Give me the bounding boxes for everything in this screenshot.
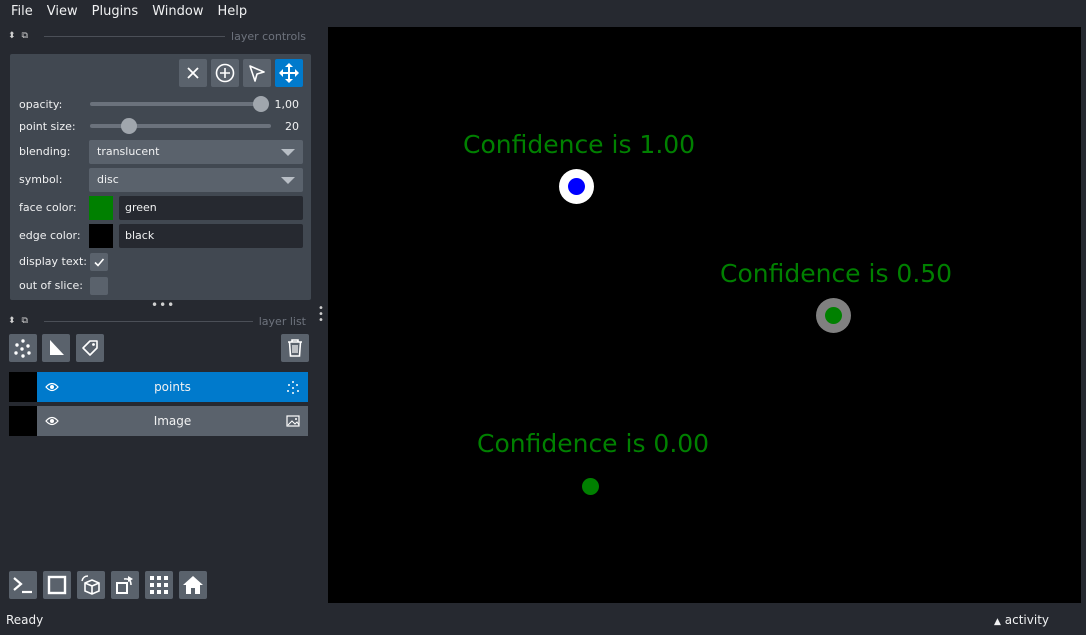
console-icon — [13, 577, 32, 594]
layer-row-body[interactable]: Image — [37, 406, 308, 436]
layer-controls-header: ⬍ ⧉ layer controls — [8, 28, 306, 44]
point-text-label: Confidence is 0.00 — [477, 429, 710, 458]
roll-dimensions-button[interactable] — [77, 571, 105, 599]
edge-color-swatch[interactable] — [89, 224, 113, 248]
chevron-down-icon — [281, 149, 295, 156]
point-face — [568, 178, 585, 195]
points-icon — [287, 381, 299, 394]
out-of-slice-checkbox[interactable] — [90, 277, 108, 295]
chevron-down-icon — [281, 177, 295, 184]
toggle-ndisplay-button[interactable] — [43, 571, 71, 599]
transpose-icon — [116, 576, 133, 594]
menu-file[interactable]: File — [4, 0, 40, 24]
face-color-input[interactable]: green — [119, 196, 303, 220]
point-text-label: Confidence is 0.50 — [720, 259, 953, 288]
point-size-slider[interactable] — [90, 124, 271, 128]
layer-row-image[interactable]: Image — [9, 406, 308, 436]
face-color-swatch[interactable] — [89, 196, 113, 220]
edge-color-input[interactable]: black — [119, 224, 303, 248]
points-icon — [14, 339, 31, 358]
new-shapes-layer-button[interactable] — [42, 334, 70, 362]
display-text-label: display text: — [19, 255, 87, 268]
home-button[interactable] — [179, 571, 207, 599]
point-text-label: Confidence is 1.00 — [463, 130, 696, 159]
symbol-value: disc — [97, 173, 119, 186]
header-divider — [44, 35, 226, 37]
opacity-slider-handle[interactable] — [253, 96, 269, 112]
layer-thumbnail — [9, 372, 37, 402]
new-labels-layer-button[interactable] — [76, 334, 104, 362]
menu-window[interactable]: Window — [145, 0, 210, 24]
layer-controls-panel: opacity: 1,00 point size: 20 blending: t… — [10, 54, 311, 300]
layer-list-header: ⬍ ⧉ layer list — [8, 313, 306, 329]
square-icon — [47, 575, 67, 595]
cube-rotate-icon — [81, 575, 100, 595]
opacity-label: opacity: — [19, 98, 63, 111]
float-dock-icon[interactable]: ⬍ — [8, 316, 16, 326]
layer-thumbnail — [9, 406, 37, 436]
point-marker[interactable] — [816, 298, 851, 333]
float-dock-icon[interactable]: ⬍ — [8, 31, 16, 41]
layer-name[interactable]: Image — [37, 406, 308, 436]
new-points-layer-button[interactable] — [9, 334, 37, 362]
point-size-label: point size: — [19, 120, 76, 133]
close-dock-icon[interactable]: ⧉ — [22, 316, 28, 326]
menu-view[interactable]: View — [40, 0, 85, 24]
activity-label: activity — [1004, 613, 1049, 627]
caret-up-icon: ▲ — [994, 617, 1001, 627]
trash-icon — [288, 339, 302, 357]
blending-value: translucent — [97, 145, 160, 158]
add-points-button[interactable] — [211, 59, 239, 87]
face-color-label: face color: — [19, 201, 77, 214]
home-icon — [183, 576, 203, 594]
delete-layer-button[interactable] — [281, 334, 309, 362]
console-button[interactable] — [9, 571, 37, 599]
dock-resize-handle[interactable]: • • • — [318, 304, 325, 326]
point-size-value[interactable]: 20 — [273, 120, 299, 133]
layer-row-body[interactable]: points — [37, 372, 308, 402]
header-divider — [44, 320, 253, 322]
layer-controls-title: layer controls — [231, 29, 306, 43]
activity-button[interactable]: ▲ activity — [994, 613, 1049, 627]
point-marker[interactable] — [582, 478, 599, 495]
transpose-button[interactable] — [111, 571, 139, 599]
layer-name[interactable]: points — [37, 372, 308, 402]
select-icon — [249, 65, 265, 82]
out-of-slice-label: out of slice: — [19, 279, 83, 292]
labels-tag-icon — [82, 340, 98, 356]
symbol-label: symbol: — [19, 173, 63, 186]
display-text-checkbox[interactable] — [90, 253, 108, 271]
add-point-icon — [215, 63, 235, 83]
point-face — [825, 307, 842, 324]
menu-help[interactable]: Help — [210, 0, 254, 24]
status-text: Ready — [6, 613, 44, 627]
shapes-icon — [50, 340, 64, 355]
blending-select[interactable]: translucent — [89, 140, 303, 164]
pan-zoom-icon — [279, 63, 299, 83]
grid-view-button[interactable] — [145, 571, 173, 599]
opacity-value: 1,00 — [274, 98, 300, 111]
opacity-slider[interactable] — [90, 102, 263, 106]
point-marker[interactable] — [559, 169, 594, 204]
point-size-slider-handle[interactable] — [121, 118, 137, 134]
layer-row-points[interactable]: points — [9, 372, 308, 402]
select-points-button[interactable] — [243, 59, 271, 87]
splitter-handle[interactable]: ••• — [151, 298, 175, 312]
menu-plugins[interactable]: Plugins — [85, 0, 146, 24]
edge-color-label: edge color: — [19, 229, 81, 242]
delete-points-button[interactable] — [179, 59, 207, 87]
symbol-select[interactable]: disc — [89, 168, 303, 192]
blending-label: blending: — [19, 145, 71, 158]
image-icon — [286, 415, 300, 427]
menu-bar: File View Plugins Window Help — [0, 0, 1086, 24]
close-icon — [187, 67, 199, 79]
pan-zoom-button[interactable] — [275, 59, 303, 87]
checkmark-icon — [94, 258, 105, 267]
layer-list-title: layer list — [258, 314, 306, 328]
grid-icon — [150, 576, 168, 594]
close-dock-icon[interactable]: ⧉ — [22, 31, 28, 41]
viewer-canvas[interactable]: Confidence is 1.00 Confidence is 0.50 Co… — [328, 27, 1081, 603]
